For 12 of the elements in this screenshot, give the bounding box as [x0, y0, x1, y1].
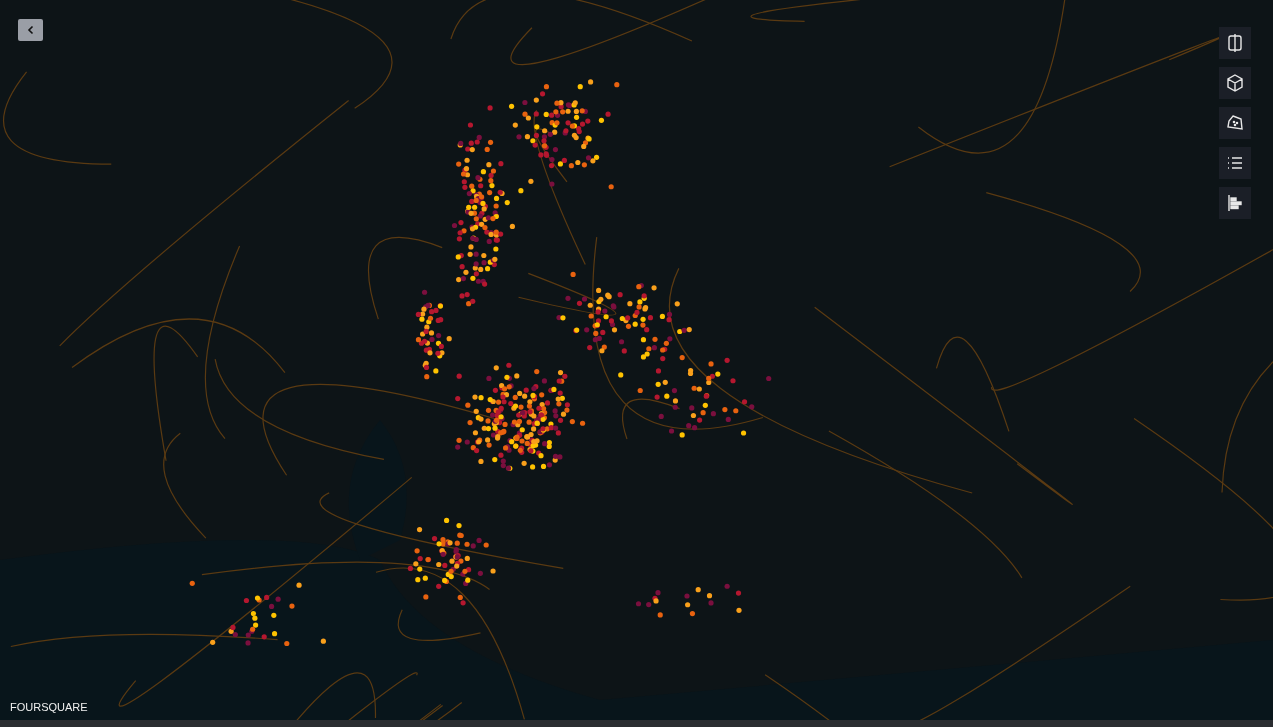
polygon-icon [1225, 113, 1245, 133]
3d-view-button[interactable] [1219, 67, 1251, 99]
layers-button[interactable] [1219, 187, 1251, 219]
foursquare-logo: FOURSQUARE [10, 701, 88, 713]
split-view-icon [1225, 33, 1245, 53]
cube-icon [1225, 73, 1245, 93]
legend-button[interactable] [1219, 147, 1251, 179]
bar-chart-icon [1225, 193, 1245, 213]
collapse-button[interactable] [18, 19, 43, 41]
split-map-button[interactable] [1219, 27, 1251, 59]
chevron-left-icon [25, 25, 36, 35]
draw-polygon-button[interactable] [1219, 107, 1251, 139]
